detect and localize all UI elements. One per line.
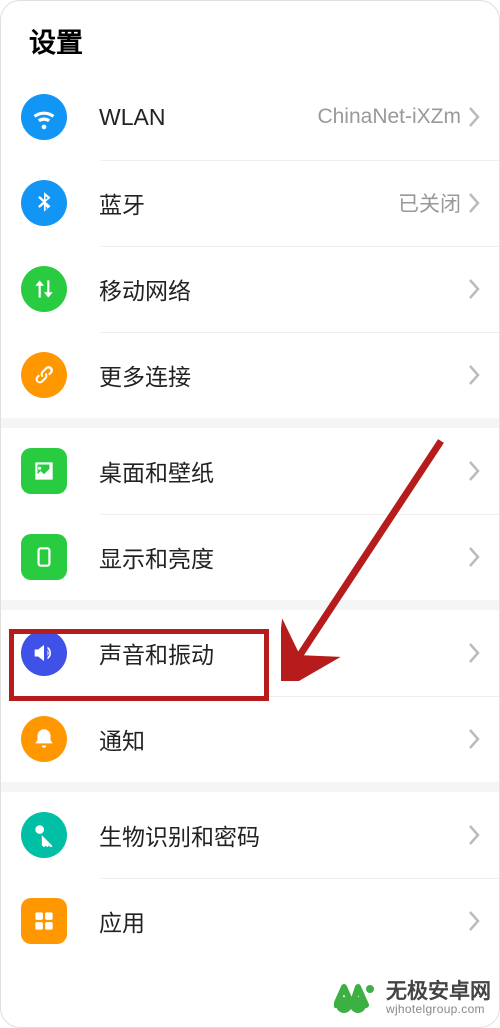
watermark-title: 无极安卓网	[386, 981, 491, 1003]
row-label: 显示和亮度	[99, 540, 467, 574]
row-biometrics-password[interactable]: 生物识别和密码	[1, 792, 499, 878]
chevron-right-icon	[467, 192, 481, 214]
apps-icon	[21, 898, 67, 944]
watermark: 无极安卓网 wjhotelgroup.com	[334, 975, 491, 1021]
row-wlan[interactable]: WLAN ChinaNet-iXZm	[1, 74, 499, 160]
row-notifications[interactable]: 通知	[1, 696, 499, 782]
bluetooth-icon	[21, 180, 67, 226]
page-title: 设置	[1, 1, 499, 74]
chevron-right-icon	[467, 364, 481, 386]
row-label: 蓝牙	[99, 186, 398, 220]
chevron-right-icon	[467, 106, 481, 128]
notification-icon	[21, 716, 67, 762]
row-bluetooth[interactable]: 蓝牙 已关闭	[1, 160, 499, 246]
watermark-url: wjhotelgroup.com	[386, 1003, 491, 1016]
wifi-icon	[21, 94, 67, 140]
settings-group-connectivity: WLAN ChinaNet-iXZm 蓝牙 已关闭 移动网络 更多连接	[1, 74, 499, 418]
row-label: 移动网络	[99, 272, 467, 306]
watermark-logo-icon	[334, 975, 380, 1021]
chevron-right-icon	[467, 642, 481, 664]
group-separator	[1, 782, 499, 792]
chevron-right-icon	[467, 824, 481, 846]
more-connections-icon	[21, 352, 67, 398]
group-separator	[1, 418, 499, 428]
row-value: 已关闭	[398, 188, 461, 218]
group-separator	[1, 600, 499, 610]
settings-group-security: 生物识别和密码 应用	[1, 792, 499, 964]
row-more-connections[interactable]: 更多连接	[1, 332, 499, 418]
chevron-right-icon	[467, 278, 481, 300]
row-label: WLAN	[99, 104, 317, 131]
row-mobile-network[interactable]: 移动网络	[1, 246, 499, 332]
chevron-right-icon	[467, 546, 481, 568]
chevron-right-icon	[467, 910, 481, 932]
row-label: 应用	[99, 904, 467, 938]
row-label: 通知	[99, 722, 467, 756]
row-label: 更多连接	[99, 358, 467, 392]
row-display-brightness[interactable]: 显示和亮度	[1, 514, 499, 600]
row-sound-vibration[interactable]: 声音和振动	[1, 610, 499, 696]
settings-group-display: 桌面和壁纸 显示和亮度	[1, 428, 499, 600]
row-label: 桌面和壁纸	[99, 454, 467, 488]
chevron-right-icon	[467, 460, 481, 482]
row-apps[interactable]: 应用	[1, 878, 499, 964]
sound-icon	[21, 630, 67, 676]
row-label: 生物识别和密码	[99, 818, 467, 852]
wallpaper-icon	[21, 448, 67, 494]
row-label: 声音和振动	[99, 636, 467, 670]
chevron-right-icon	[467, 728, 481, 750]
settings-group-sound: 声音和振动 通知	[1, 610, 499, 782]
row-value: ChinaNet-iXZm	[317, 105, 461, 129]
display-icon	[21, 534, 67, 580]
row-wallpaper[interactable]: 桌面和壁纸	[1, 428, 499, 514]
mobile-data-icon	[21, 266, 67, 312]
biometric-icon	[21, 812, 67, 858]
